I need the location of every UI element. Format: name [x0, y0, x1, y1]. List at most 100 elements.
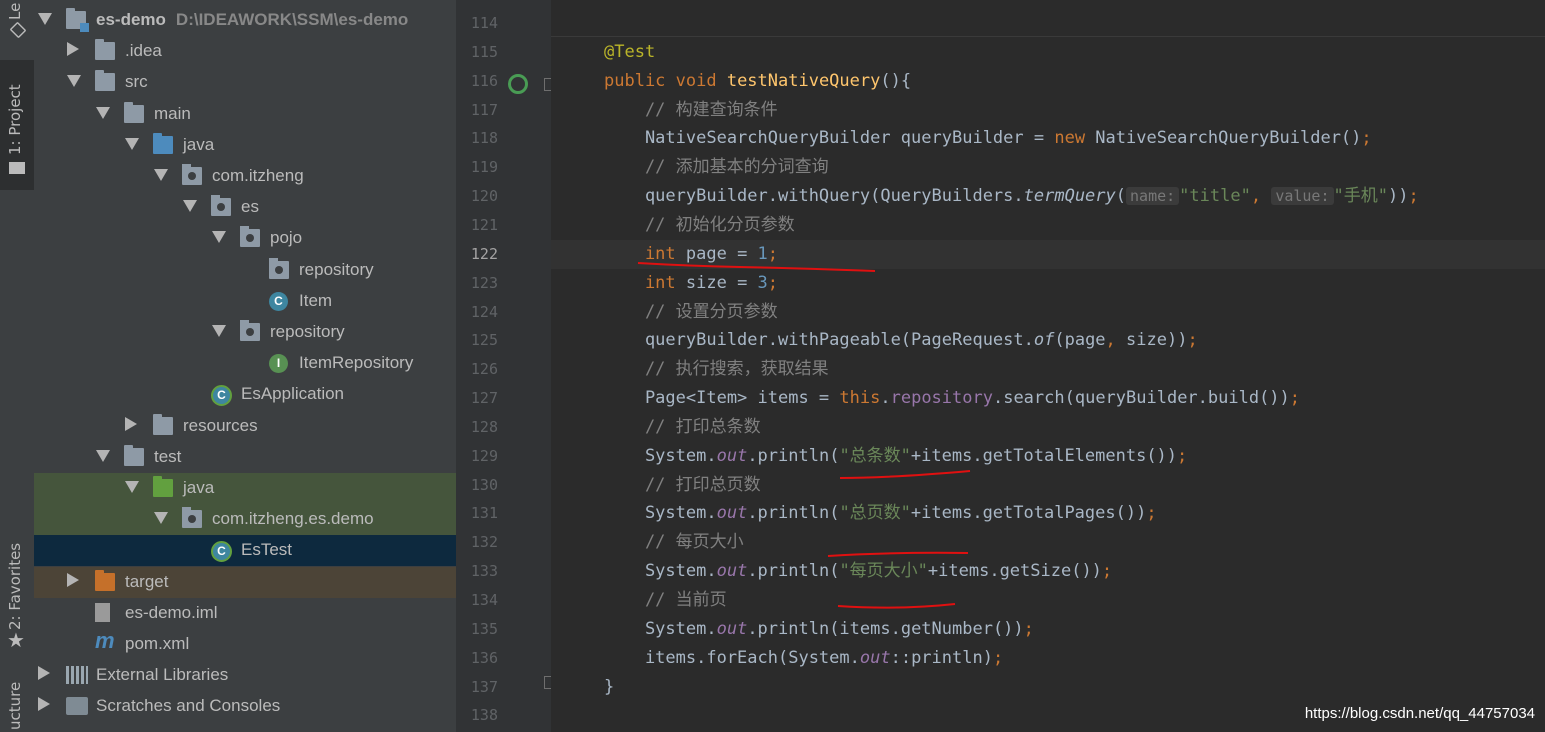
- code-line[interactable]: // 构建查询条件: [604, 96, 778, 125]
- line-number: 135: [470, 619, 498, 638]
- tree-row[interactable]: m pom.xml: [34, 628, 456, 660]
- interface-icon: I: [269, 354, 288, 374]
- underline-int-page: [637, 262, 876, 272]
- code-line[interactable]: items.forEach(System.out::println);: [604, 644, 1003, 673]
- tree-item-label: es: [241, 197, 259, 217]
- expand-arrow-right-icon[interactable]: [125, 416, 137, 431]
- tool-tab-learn[interactable]: Le: [0, 0, 34, 50]
- tree-row[interactable]: es-demo.iml: [34, 598, 456, 629]
- tree-row[interactable]: pojo: [34, 223, 456, 254]
- expand-arrow-down-icon[interactable]: [154, 512, 168, 525]
- expand-arrow-right-icon[interactable]: [38, 697, 50, 712]
- resources-folder-icon: [153, 413, 173, 435]
- line-number: 132: [470, 533, 498, 552]
- code-line[interactable]: // 添加基本的分词查询: [604, 153, 829, 182]
- watermark: https://blog.csdn.net/qq_44757034: [1304, 705, 1535, 722]
- expand-arrow-down-icon[interactable]: [38, 13, 52, 25]
- expand-arrow-down-icon[interactable]: [96, 106, 110, 119]
- code-token: out: [859, 647, 891, 668]
- expand-arrow-right-icon[interactable]: [67, 572, 79, 587]
- code-token: NativeSearchQueryBuilder queryBuilder =: [604, 128, 1055, 149]
- code-line[interactable]: // 初始化分页参数: [604, 211, 795, 240]
- expand-arrow-down-icon[interactable]: [96, 449, 110, 462]
- package-icon: [182, 164, 202, 185]
- tree-item-label: repository: [299, 259, 374, 279]
- line-number: 136: [470, 648, 498, 667]
- code-token: ::println): [890, 647, 993, 668]
- excluded-folder-icon: [95, 569, 115, 591]
- tree-row[interactable]: C Item: [34, 286, 456, 317]
- tree-item-label: pojo: [270, 228, 303, 248]
- tree-row[interactable]: target: [34, 566, 456, 598]
- line-number: 128: [470, 417, 498, 436]
- run-test-icon[interactable]: [508, 74, 528, 94]
- tree-row[interactable]: repository: [34, 255, 456, 286]
- tree-row[interactable]: C EsTest: [34, 535, 456, 567]
- code-token: public void: [604, 70, 727, 91]
- tree-item-label: es-demo.iml: [125, 602, 218, 622]
- line-number: 116: [470, 71, 498, 90]
- line-number: 130: [470, 475, 498, 494]
- line-number: 134: [470, 591, 498, 609]
- expand-arrow-right-icon[interactable]: [67, 42, 79, 57]
- tree-row[interactable]: I ItemRepository: [34, 348, 456, 379]
- line-number: 131: [470, 504, 498, 523]
- code-token: (){: [880, 70, 912, 91]
- expand-arrow-down-icon[interactable]: [212, 325, 226, 337]
- folder-icon: [9, 162, 25, 174]
- tree-row[interactable]: External Libraries: [34, 660, 456, 691]
- tree-row[interactable]: java: [34, 473, 456, 504]
- line-number: 123: [470, 273, 498, 292]
- code-line[interactable]: }: [604, 673, 614, 702]
- code-line[interactable]: NativeSearchQueryBuilder queryBuilder = …: [604, 124, 1372, 153]
- layers-icon: [9, 21, 27, 39]
- expand-arrow-down-icon[interactable]: [125, 481, 139, 493]
- tree-item-label: pom.xml: [125, 634, 190, 653]
- tree-row[interactable]: repository: [34, 317, 456, 348]
- code-line[interactable]: queryBuilder.withQuery(QueryBuilders.ter…: [604, 182, 1419, 211]
- tree-row[interactable]: resources: [34, 411, 456, 442]
- line-number: 122: [470, 244, 498, 263]
- expand-arrow-right-icon[interactable]: [38, 666, 50, 681]
- package-icon: [211, 195, 231, 217]
- line-number: 125: [470, 331, 498, 350]
- code-token: ;: [1408, 186, 1419, 207]
- code-token: // 添加基本的分词查询: [604, 157, 829, 178]
- expand-arrow-down-icon[interactable]: [154, 169, 168, 181]
- code-token: new: [1054, 128, 1096, 149]
- tree-item-label: EsApplication: [241, 384, 345, 404]
- spring-class-icon: C: [211, 385, 232, 407]
- tree-row[interactable]: com.itzheng.es.demo: [34, 504, 456, 536]
- code-line[interactable]: @Test: [604, 38, 655, 67]
- expand-arrow-down-icon[interactable]: [183, 200, 197, 213]
- tree-row[interactable]: src: [34, 67, 456, 98]
- code-line[interactable]: public void testNativeQuery(){: [604, 67, 911, 96]
- project-tree[interactable]: es-demo D:\IDEAWORK\SSM\es-demo .idea src ma…: [34, 0, 456, 732]
- code-token: "手机": [1333, 186, 1388, 207]
- tool-tab-structure[interactable]: ucture: [0, 675, 34, 732]
- tree-row[interactable]: C EsApplication: [34, 379, 456, 410]
- code-token: }: [604, 676, 615, 697]
- package-icon: [240, 226, 260, 248]
- tree-row[interactable]: main: [34, 99, 456, 130]
- tree-row[interactable]: .idea: [34, 36, 456, 67]
- tool-tab-favorites[interactable]: 2: Favorites ★: [0, 530, 34, 655]
- expand-arrow-down-icon[interactable]: [125, 137, 139, 150]
- tree-item-label: ItemRepository: [299, 353, 414, 373]
- tool-tab-project[interactable]: 1: Project: [0, 60, 34, 190]
- tree-item-label: test: [154, 446, 182, 466]
- tree-row[interactable]: test: [34, 442, 456, 473]
- code-token: // 构建查询条件: [604, 99, 778, 120]
- tree-row[interactable]: es: [34, 192, 456, 223]
- expand-arrow-down-icon[interactable]: [67, 75, 81, 88]
- expand-arrow-down-icon[interactable]: [212, 231, 226, 244]
- tree-row[interactable]: es-demo D:\IDEAWORK\SSM\es-demo: [34, 5, 456, 36]
- tree-row[interactable]: Scratches and Consoles: [34, 691, 456, 722]
- tree-item-label: resources: [183, 415, 258, 435]
- tree-row[interactable]: com.itzheng: [34, 161, 456, 192]
- line-number: 133: [470, 562, 498, 581]
- scratches-icon: [66, 697, 88, 716]
- tree-row[interactable]: java: [34, 130, 456, 161]
- folder-icon: [124, 444, 144, 466]
- line-number: 117: [470, 100, 498, 119]
